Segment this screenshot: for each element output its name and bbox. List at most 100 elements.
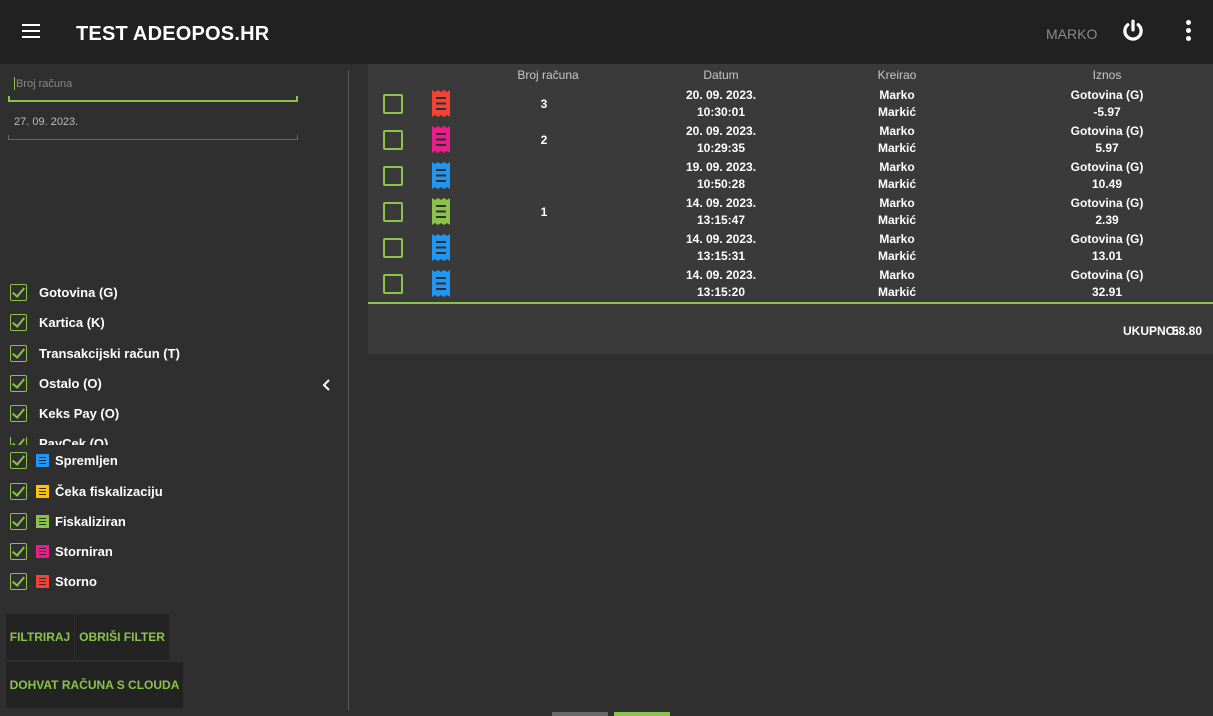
creator-last-name: Markić <box>877 105 917 119</box>
receipt-amount: 32.91 <box>1091 285 1123 299</box>
receipt-number-input[interactable]: Broj računa <box>8 72 298 102</box>
payment-type: Gotovina (G) <box>1070 268 1144 282</box>
row-checkbox[interactable] <box>383 274 403 294</box>
clear-filter-button[interactable]: OBRIŠI FILTER <box>75 614 169 660</box>
hamburger-menu-icon[interactable] <box>22 24 40 38</box>
row-checkbox[interactable] <box>383 238 403 258</box>
receipt-icon <box>432 198 450 225</box>
payment-filter-cash[interactable]: Gotovina (G) <box>10 281 118 303</box>
total-label: UKUPNO: <box>1123 324 1179 338</box>
creator-first-name: Marko <box>879 268 915 282</box>
date-field[interactable]: 27. 09. 2023. <box>8 110 298 140</box>
receipt-time: 13:15:47 <box>696 213 746 227</box>
receipt-date: 20. 09. 2023. <box>685 88 757 102</box>
creator-first-name: Marko <box>879 196 915 210</box>
table-row[interactable]: 14. 09. 2023. 13:15:20 Marko Markić Gotovina… <box>368 266 1213 302</box>
receipt-icon <box>36 514 49 528</box>
receipt-time: 13:15:20 <box>696 285 746 299</box>
creator-last-name: Markić <box>877 285 917 299</box>
table-row[interactable]: 1 14. 09. 2023. 13:15:47 Marko Markić Gotovin… <box>368 194 1213 230</box>
table-row[interactable]: 14. 09. 2023. 13:15:31 Marko Markić Gotovina… <box>368 230 1213 266</box>
checkbox-checked[interactable] <box>10 283 27 301</box>
payment-type: Gotovina (G) <box>1070 196 1144 210</box>
receipt-icon <box>432 270 450 297</box>
payment-label: Ostalo (O) <box>39 375 102 391</box>
creator-last-name: Markić <box>877 177 917 191</box>
payment-type: Gotovina (G) <box>1070 124 1144 138</box>
payment-label: Keks Pay (O) <box>39 405 120 421</box>
payment-filter-other[interactable]: Ostalo (O) <box>10 372 102 394</box>
payment-label: Kartica (K) <box>39 314 105 330</box>
checkbox-checked[interactable] <box>10 437 27 445</box>
receipt-icon <box>432 234 450 261</box>
payment-filter-paycek[interactable]: PayCek (O) <box>10 437 190 445</box>
receipt-time: 10:30:01 <box>696 105 746 119</box>
receipt-amount: 5.97 <box>1095 141 1119 155</box>
creator-first-name: Marko <box>879 124 915 138</box>
cloud-fetch-button[interactable]: DOHVAT RAČUNA S CLOUDA <box>6 662 183 708</box>
status-label: Storno <box>55 573 97 589</box>
checkbox-checked[interactable] <box>10 344 27 362</box>
checkbox-checked[interactable] <box>10 542 27 560</box>
header-date[interactable]: Datum <box>703 68 738 82</box>
receipt-amount: 13.01 <box>1091 249 1123 263</box>
chevron-left-icon[interactable] <box>320 378 334 392</box>
table-row[interactable]: 19. 09. 2023. 10:50:28 Marko Markić Gotovina… <box>368 158 1213 194</box>
creator-first-name: Marko <box>879 232 915 246</box>
checkbox-checked[interactable] <box>10 374 27 392</box>
receipt-time: 10:29:35 <box>696 141 746 155</box>
checkbox-checked[interactable] <box>10 313 27 331</box>
payment-filter-transaction[interactable]: Transakcijski račun (T) <box>10 342 180 364</box>
receipt-icon <box>36 544 49 558</box>
payment-filter-card[interactable]: Kartica (K) <box>10 311 105 333</box>
table-row[interactable]: 3 20. 09. 2023. 10:30:01 Marko Markić Gotovin… <box>368 86 1213 122</box>
row-checkbox[interactable] <box>383 166 403 186</box>
payment-type: Gotovina (G) <box>1070 88 1144 102</box>
header-created-by[interactable]: Kreirao <box>878 68 917 82</box>
power-icon[interactable] <box>1120 18 1146 44</box>
payment-label: Gotovina (G) <box>39 284 118 300</box>
row-checkbox[interactable] <box>383 202 403 222</box>
receipt-date: 14. 09. 2023. <box>685 196 757 210</box>
checkbox-checked[interactable] <box>10 451 27 469</box>
kebab-menu-icon[interactable] <box>1184 20 1192 44</box>
date-value: 27. 09. 2023. <box>14 116 79 128</box>
row-checkbox[interactable] <box>383 130 403 150</box>
receipt-icon <box>432 126 450 153</box>
receipt-date: 14. 09. 2023. <box>685 268 757 282</box>
status-filter-saved[interactable]: Spremljen <box>10 449 118 471</box>
header-amount[interactable]: Iznos <box>1093 68 1122 82</box>
checkbox-checked[interactable] <box>10 482 27 500</box>
row-checkbox[interactable] <box>383 94 403 114</box>
checkbox-checked[interactable] <box>10 572 27 590</box>
header-receipt-number[interactable]: Broj računa <box>517 68 578 82</box>
checkbox-checked[interactable] <box>10 404 27 422</box>
receipt-time: 13:15:31 <box>696 249 746 263</box>
status-filter-cancelled[interactable]: Storniran <box>10 540 113 562</box>
creator-last-name: Markić <box>877 249 917 263</box>
receipt-icon <box>36 484 49 498</box>
page-indicator-inactive[interactable] <box>552 712 608 716</box>
creator-first-name: Marko <box>879 88 915 102</box>
creator-last-name: Markić <box>877 141 917 155</box>
user-name: MARKO <box>1046 26 1098 42</box>
checkbox-checked[interactable] <box>10 512 27 530</box>
payment-filter-keks-pay[interactable]: Keks Pay (O) <box>10 402 119 424</box>
status-filter-fiscalized[interactable]: Fiskaliziran <box>10 510 126 532</box>
status-label: Čeka fiskalizaciju <box>55 483 163 499</box>
status-filter-storno[interactable]: Storno <box>10 570 97 592</box>
table-row[interactable]: 2 20. 09. 2023. 10:29:35 Marko Markić Gotovin… <box>368 122 1213 158</box>
filter-button[interactable]: FILTRIRAJ <box>6 614 74 660</box>
payment-type: Gotovina (G) <box>1070 160 1144 174</box>
status-filter-awaiting[interactable]: Čeka fiskalizaciju <box>10 480 163 502</box>
receipt-icon <box>432 90 450 117</box>
receipt-icon <box>36 453 49 467</box>
receipt-date: 19. 09. 2023. <box>685 160 757 174</box>
receipt-date: 14. 09. 2023. <box>685 232 757 246</box>
app-title: TEST ADEOPOS.HR <box>76 23 270 45</box>
creator-last-name: Markić <box>877 213 917 227</box>
receipt-number: 3 <box>540 97 548 111</box>
receipt-time: 10:50:28 <box>696 177 746 191</box>
page-indicator-active[interactable] <box>614 712 670 716</box>
receipt-number: 2 <box>540 133 548 147</box>
